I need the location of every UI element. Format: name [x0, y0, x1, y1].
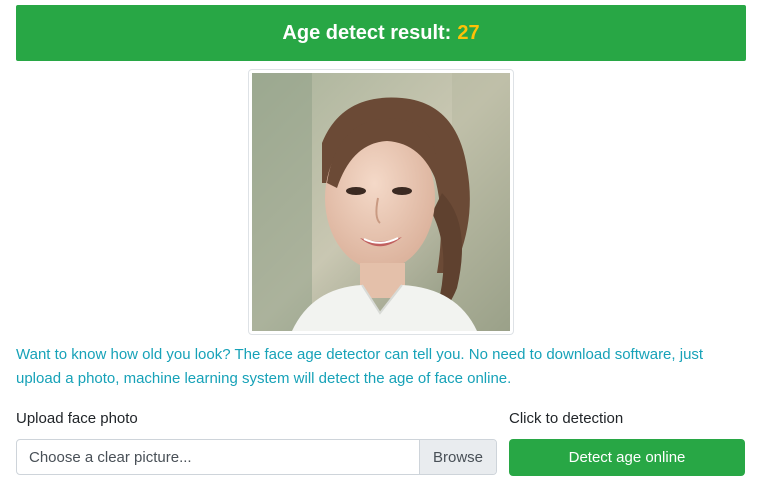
upload-label: Upload face photo [16, 410, 138, 427]
detect-label: Click to detection [509, 410, 624, 427]
age-result-banner: Age detect result: 27 [16, 5, 746, 61]
result-label: Age detect result: [282, 21, 452, 44]
face-photo [252, 73, 510, 331]
file-placeholder[interactable]: Choose a clear picture... [17, 440, 419, 474]
age-value: 27 [457, 21, 480, 44]
face-photo-frame [248, 69, 514, 335]
detect-age-button[interactable]: Detect age online [509, 439, 745, 476]
file-input[interactable]: Choose a clear picture... Browse [16, 439, 497, 475]
description-text: Want to know how old you look? The face … [16, 346, 704, 387]
browse-button[interactable]: Browse [419, 440, 496, 474]
